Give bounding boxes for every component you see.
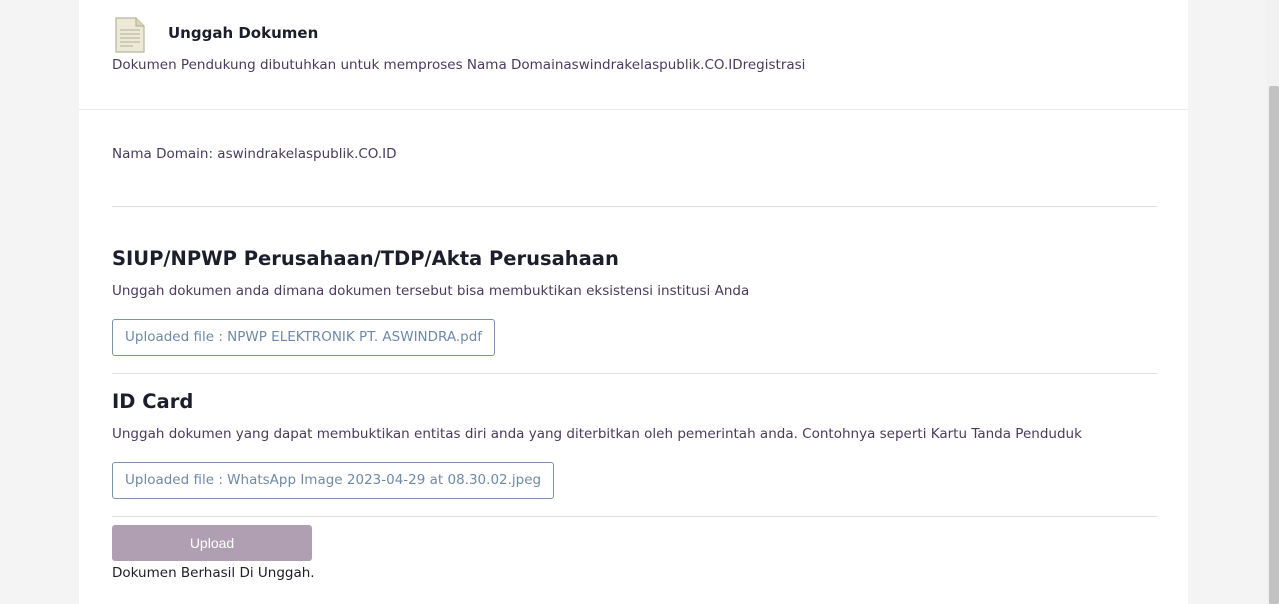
upload-button[interactable]: Upload <box>112 525 312 561</box>
upload-success-message: Dokumen Berhasil Di Unggah. <box>112 565 315 581</box>
file-input-company-docs[interactable]: Uploaded file : NPWP ELEKTRONIK PT. ASWI… <box>112 319 496 356</box>
document-icon <box>115 17 145 53</box>
divider <box>112 206 1157 207</box>
section-title-company-docs: SIUP/NPWP Perusahaan/TDP/Akta Perusahaan <box>112 247 619 270</box>
section-desc-company-docs: Unggah dokumen anda dimana dokumen terse… <box>112 283 750 299</box>
upload-card: Unggah Dokumen Dokumen Pendukung dibutuh… <box>79 0 1188 604</box>
page-title: Unggah Dokumen <box>168 24 319 42</box>
file-input-id-card[interactable]: Uploaded file : WhatsApp Image 2023-04-2… <box>112 462 555 499</box>
divider <box>112 373 1157 374</box>
section-desc-id-card: Unggah dokumen yang dapat membuktikan en… <box>112 426 1082 442</box>
domain-name-label: Nama Domain: aswindrakelaspublik.CO.ID <box>112 146 397 162</box>
section-title-id-card: ID Card <box>112 390 194 413</box>
page-subtitle: Dokumen Pendukung dibutuhkan untuk mempr… <box>112 57 806 73</box>
card-header: Unggah Dokumen Dokumen Pendukung dibutuh… <box>79 0 1188 110</box>
page-scrollbar-thumb[interactable] <box>1269 86 1279 604</box>
divider <box>112 516 1157 517</box>
